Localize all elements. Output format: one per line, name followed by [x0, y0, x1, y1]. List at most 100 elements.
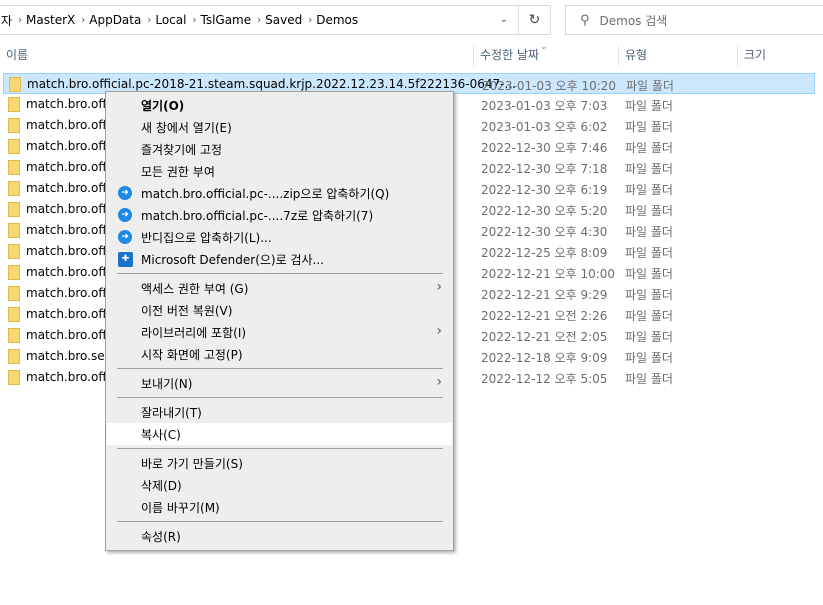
menu-item-label: 바로 가기 만들기(S) — [141, 457, 243, 471]
file-date: 2022-12-30 오후 4:30 — [481, 225, 608, 239]
folder-icon — [8, 244, 20, 259]
context-menu: 열기(O) 새 창에서 열기(E) 즐겨찾기에 고정 모든 권한 부여 ➜ match.b… — [105, 91, 454, 551]
column-name[interactable]: 이름 — [0, 46, 474, 66]
file-name: match.bro.offic — [26, 223, 117, 237]
file-date: 2023-01-03 오후 7:03 — [481, 99, 608, 113]
file-type: 파일 폴더 — [625, 99, 673, 113]
breadcrumb-item[interactable]: MasterX — [26, 13, 75, 27]
file-date: 2022-12-21 오전 2:26 — [481, 309, 608, 323]
defender-shield-icon: ✚ — [118, 252, 133, 267]
file-type: 파일 폴더 — [626, 79, 674, 93]
breadcrumb-separator-icon[interactable]: › — [81, 15, 85, 26]
chevron-right-icon: › — [436, 374, 442, 390]
menu-item[interactable]: 즐겨찾기에 고정 — [107, 138, 452, 160]
file-name: match.bro.offic — [26, 286, 117, 300]
menu-item-label: 라이브러리에 포함(I) — [141, 326, 247, 340]
folder-icon — [8, 97, 20, 112]
file-type: 파일 폴더 — [625, 204, 673, 218]
file-name: match.bro.offic — [26, 265, 117, 279]
menu-item-label: 반디집으로 압축하기(L)... — [141, 231, 272, 245]
menu-item-label: Microsoft Defender(으)로 검사... — [141, 253, 324, 267]
file-type: 파일 폴더 — [625, 246, 673, 260]
folder-icon — [8, 307, 20, 322]
search-placeholder: Demos 검색 — [599, 13, 668, 28]
menu-item[interactable]: ➜ 반디집으로 압축하기(L)... — [107, 226, 452, 248]
file-type: 파일 폴더 — [625, 330, 673, 344]
menu-item[interactable]: 이름 바꾸기(M) — [107, 496, 452, 518]
breadcrumb-separator-icon[interactable]: › — [257, 15, 261, 26]
file-type: 파일 폴더 — [625, 288, 673, 302]
search-input[interactable]: ⚲ Demos 검색 — [565, 5, 823, 35]
menu-item[interactable]: 복사(C) — [107, 423, 452, 445]
folder-icon — [8, 118, 20, 133]
file-date: 2022-12-18 오후 9:09 — [481, 351, 608, 365]
chevron-right-icon: › — [436, 279, 442, 295]
breadcrumb-item[interactable]: Saved — [265, 13, 302, 27]
file-name: match.bro.official.pc-2018-21.steam.squa… — [27, 77, 516, 91]
breadcrumb-item[interactable]: AppData — [89, 13, 141, 27]
file-name: match.bro.offic — [26, 139, 117, 153]
menu-separator — [117, 448, 443, 449]
menu-item[interactable]: 바로 가기 만들기(S) — [107, 452, 452, 474]
chevron-down-icon[interactable]: ⌄ — [500, 14, 508, 25]
menu-item[interactable]: 모든 권한 부여 — [107, 160, 452, 182]
menu-item[interactable]: ➜ match.bro.official.pc-....7z로 압축하기(7) — [107, 204, 452, 226]
file-name: match.bro.offic — [26, 181, 117, 195]
menu-item-label: 즐겨찾기에 고정 — [141, 143, 223, 157]
file-name: match.bro.offic — [26, 118, 117, 132]
breadcrumb-separator-icon[interactable]: › — [308, 15, 312, 26]
file-name: match.bro.offic — [26, 328, 117, 342]
menu-item[interactable]: 속성(R) — [107, 525, 452, 547]
file-type: 파일 폴더 — [625, 267, 673, 281]
refresh-button[interactable]: ↻ — [518, 6, 550, 34]
folder-icon — [8, 286, 20, 301]
file-type: 파일 폴더 — [625, 309, 673, 323]
file-date: 2023-01-03 오후 10:20 — [482, 79, 617, 93]
folder-icon — [8, 202, 20, 217]
file-date: 2022-12-30 오후 7:18 — [481, 162, 608, 176]
menu-item[interactable]: 열기(O) — [107, 94, 452, 116]
file-name: match.bro.offic — [26, 370, 117, 384]
file-type: 파일 폴더 — [625, 162, 673, 176]
refresh-icon: ↻ — [528, 12, 541, 28]
file-date: 2022-12-30 오후 5:20 — [481, 204, 608, 218]
breadcrumb-item[interactable]: Demos — [316, 13, 358, 27]
menu-item[interactable]: 새 창에서 열기(E) — [107, 116, 452, 138]
bandizip-icon: ➜ — [118, 230, 132, 244]
column-size[interactable]: 크기 — [738, 46, 823, 66]
menu-item-label: 이전 버전 복원(V) — [141, 304, 233, 318]
menu-item-label: 시작 화면에 고정(P) — [141, 348, 243, 362]
folder-icon — [8, 328, 20, 343]
address-bar[interactable]: 자 › MasterX › AppData › Local › TslGame › Saved › De… — [0, 5, 551, 35]
file-date: 2022-12-25 오후 8:09 — [481, 246, 608, 260]
breadcrumb-item[interactable]: 자 — [1, 12, 12, 29]
breadcrumb-item[interactable]: Local — [155, 13, 186, 27]
menu-item[interactable]: 액세스 권한 부여 (G) › — [107, 277, 452, 299]
bandizip-icon: ➜ — [118, 208, 132, 222]
menu-item[interactable]: ✚ Microsoft Defender(으)로 검사... — [107, 248, 452, 270]
menu-item[interactable]: 이전 버전 복원(V) — [107, 299, 452, 321]
menu-separator — [117, 368, 443, 369]
file-type: 파일 폴더 — [625, 183, 673, 197]
menu-item[interactable]: 라이브러리에 포함(I) › — [107, 321, 452, 343]
menu-item[interactable]: 삭제(D) — [107, 474, 452, 496]
menu-separator — [117, 521, 443, 522]
file-type: 파일 폴더 — [625, 141, 673, 155]
menu-item[interactable]: ➜ match.bro.official.pc-....zip으로 압축하기(Q) — [107, 182, 452, 204]
sort-chevron-icon: ⌄ — [540, 42, 548, 52]
file-date: 2022-12-30 오후 6:19 — [481, 183, 608, 197]
breadcrumb-item[interactable]: TslGame — [200, 13, 251, 27]
folder-icon — [8, 265, 20, 280]
menu-item[interactable]: 보내기(N) › — [107, 372, 452, 394]
menu-item[interactable]: 잘라내기(T) — [107, 401, 452, 423]
menu-item-label: 열기(O) — [141, 99, 185, 113]
menu-item[interactable]: 시작 화면에 고정(P) — [107, 343, 452, 365]
breadcrumb-separator-icon[interactable]: › — [192, 15, 196, 26]
file-name: match.bro.offic — [26, 160, 117, 174]
breadcrumb-separator-icon[interactable]: › — [147, 15, 151, 26]
menu-item-label: 새 창에서 열기(E) — [141, 121, 232, 135]
breadcrumb-separator-icon[interactable]: › — [18, 15, 22, 26]
column-type[interactable]: 유형 — [619, 46, 738, 66]
menu-separator — [117, 273, 443, 274]
column-header: 이름 수정한 날짜 ⌄ 유형 크기 — [0, 42, 823, 66]
